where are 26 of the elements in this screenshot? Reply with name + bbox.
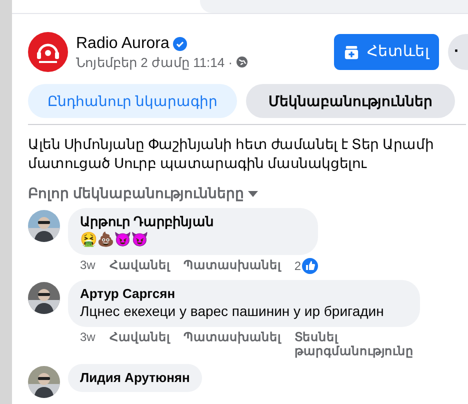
comment-author[interactable]: Արթուր Դարբինյան	[80, 214, 306, 230]
comment-filter[interactable]: Բոլոր մեկնաբանությունները	[28, 183, 244, 204]
follow-button[interactable]: Հետևել	[334, 34, 439, 70]
post-text: Ալեն Սիմոնյանը Փաշինյանի հետ ժամանել է Տեր Արամի մատուցած Սուրբ պատարագին մասնակցելու	[28, 135, 435, 173]
like-link[interactable]: Հավանել	[109, 330, 170, 344]
tab[interactable]: Մեկնաբանություններ	[246, 84, 455, 118]
reply-link[interactable]: Պատասխանել	[183, 330, 280, 344]
comment-time[interactable]: 3w	[80, 330, 96, 344]
comment-author[interactable]: Лидия Арутюнян	[80, 370, 190, 386]
post-time[interactable]: Նոյեմբեր 2 ժամը 11:14 ·	[76, 54, 233, 70]
globe-icon	[236, 56, 248, 68]
comment-time[interactable]: 3w	[80, 258, 96, 272]
caret-icon[interactable]	[248, 190, 258, 196]
tab[interactable]: Ընդհանուր նկարագիր	[28, 84, 237, 118]
like-icon	[302, 258, 318, 274]
reaction-count: 2	[294, 259, 302, 273]
comment-text: 🤮💩😈😈	[80, 230, 149, 249]
radio-logo-icon[interactable]	[28, 32, 68, 72]
page-name[interactable]: Radio Aurora	[76, 34, 170, 54]
translation-link[interactable]: Տեսնել թարգմանությունը	[294, 330, 420, 359]
like-link[interactable]: Հավանել	[109, 258, 170, 272]
more-button[interactable]: ·	[448, 34, 468, 70]
comment-author[interactable]: Артур Саргсян	[80, 286, 408, 302]
add-icon	[344, 44, 359, 60]
comment-text: Лцнес екехеци у варес пашинин у ир бригадин	[80, 302, 385, 321]
reply-link[interactable]: Պատասխանել	[183, 258, 280, 272]
